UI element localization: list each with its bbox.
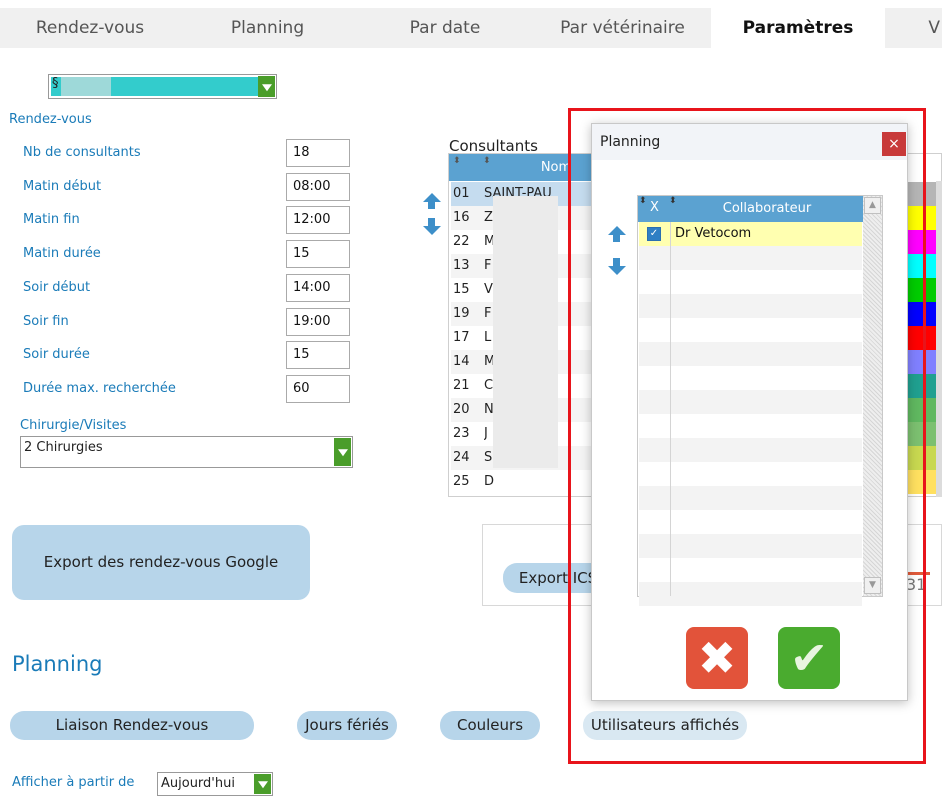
couleurs-button[interactable]: Couleurs (440, 711, 540, 740)
chevron-down-icon[interactable] (334, 438, 351, 466)
liaison-rendez-vous-button[interactable]: Liaison Rendez-vous (10, 711, 254, 740)
matin-duree-input[interactable]: 15 (286, 240, 350, 268)
matin-fin-label: Matin fin (23, 212, 80, 227)
tab-parametres[interactable]: Paramètres (711, 8, 885, 48)
chevron-down-icon[interactable] (258, 76, 275, 97)
resize-icon: ⬍ (483, 156, 491, 166)
soir-debut-input[interactable]: 14:00 (286, 274, 350, 302)
rendez-vous-section-title: Rendez-vous (9, 112, 92, 127)
consultant-number: 16 (453, 210, 470, 225)
tab-par-veterinaire[interactable]: Par vétérinaire (535, 8, 710, 48)
soir-debut-label: Soir début (23, 280, 91, 295)
consultant-number: 22 (453, 234, 470, 249)
chirurgie-visites-value: 2 Chirurgies (24, 440, 103, 455)
consultant-number: 13 (453, 258, 470, 273)
chirurgie-visites-select[interactable]: 2 Chirurgies (20, 436, 353, 468)
afficher-label: Afficher à partir de (12, 775, 135, 790)
practice-select[interactable]: § (48, 74, 277, 99)
consultant-number: 25 (453, 474, 470, 489)
duree-max-label: Durée max. recherchée (23, 381, 176, 396)
consultant-number: 15 (453, 282, 470, 297)
jours-feries-button[interactable]: Jours fériés (297, 711, 397, 740)
soir-duree-input[interactable]: 15 (286, 341, 350, 369)
consultant-number: 23 (453, 426, 470, 441)
tab-par-date[interactable]: Par date (355, 8, 535, 48)
tab-planning[interactable]: Planning (180, 8, 355, 48)
consultants-scrollbar[interactable] (936, 181, 942, 497)
resize-icon: ⬍ (453, 156, 461, 166)
matin-debut-label: Matin début (23, 179, 102, 194)
tab-v[interactable]: V (886, 8, 942, 48)
highlight-frame (568, 108, 926, 764)
tab-rendez-vous[interactable]: Rendez-vous (0, 8, 180, 48)
chirurgie-visites-label: Chirurgie/Visites (20, 418, 127, 433)
soir-fin-input[interactable]: 19:00 (286, 308, 350, 336)
move-down-arrow-icon[interactable] (423, 218, 441, 235)
chevron-down-icon[interactable] (254, 774, 271, 794)
afficher-select[interactable]: Aujourd'hui (157, 772, 273, 796)
consultant-number: 20 (453, 402, 470, 417)
consultant-number: 19 (453, 306, 470, 321)
nb-consultants-label: Nb de consultants (23, 145, 141, 160)
duree-max-input[interactable]: 60 (286, 375, 350, 403)
practice-select-blur (61, 77, 111, 96)
matin-duree-label: Matin durée (23, 246, 101, 261)
consultant-number: 14 (453, 354, 470, 369)
nb-consultants-input[interactable]: 18 (286, 139, 350, 167)
soir-duree-label: Soir durée (23, 347, 90, 362)
consultant-number: 17 (453, 330, 470, 345)
consultant-number: 24 (453, 450, 470, 465)
planning-section-title: Planning (12, 652, 103, 676)
export-google-button[interactable]: Export des rendez-vous Google (12, 525, 310, 600)
consultant-number: 21 (453, 378, 470, 393)
move-up-arrow-icon[interactable] (423, 193, 441, 209)
matin-debut-input[interactable]: 08:00 (286, 173, 350, 201)
redacted-names (493, 196, 558, 468)
afficher-value: Aujourd'hui (161, 776, 235, 791)
consultant-number: 01 (453, 186, 470, 201)
practice-select-value: § (52, 76, 59, 91)
matin-fin-input[interactable]: 12:00 (286, 206, 350, 234)
soir-fin-label: Soir fin (23, 314, 69, 329)
